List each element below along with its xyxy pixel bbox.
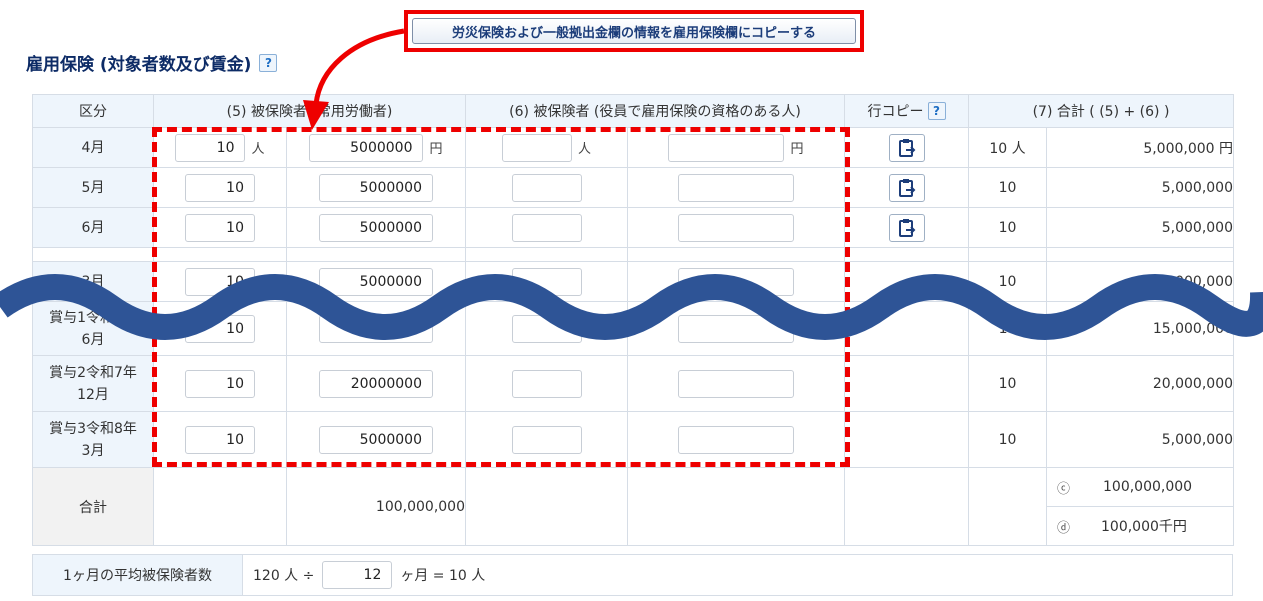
total-wage: 5,000,000 [1045, 411, 1235, 468]
officer-count-input[interactable] [511, 267, 582, 296]
total-d-value: 100,000千円 [1101, 519, 1187, 535]
header-row: 区分 (5) 被保険者 (常用労働者) (6) 被保険者 (役員で雇用保険の資格… [32, 94, 1235, 128]
total-wage: 20,000,000 [1045, 355, 1235, 412]
total-c-line: ⓒ 100,000,000 [1047, 468, 1234, 507]
header-col5: (5) 被保険者 (常用労働者) [153, 94, 466, 128]
officer-count-input[interactable] [511, 314, 582, 343]
total-count: 10 [968, 301, 1047, 356]
summary-row: 合計 100,000,000 ⓒ 100,000,000 ⓓ 100,000千円 [32, 467, 1235, 546]
officer-wage-input[interactable] [678, 314, 794, 343]
average-total: 120 人 ÷ [253, 568, 315, 584]
officer-wage-input[interactable] [678, 213, 794, 242]
header-rowcopy-label: 行コピー [867, 104, 924, 120]
table-row: 賞与2令和7年 12月 10 20000000 10 20,000,000 [32, 355, 1235, 412]
row-label: 6月 [32, 207, 154, 248]
count-input[interactable]: 10 [185, 213, 255, 242]
total-count: 10 [968, 167, 1047, 208]
clipboard-copy-icon [898, 138, 915, 157]
count-input[interactable]: 10 [175, 133, 246, 162]
row-label: 5月 [32, 167, 154, 208]
row-label: 賞与1令和7年 6月 [32, 301, 154, 356]
table-row: 4月 10 人 5000000 円 人 円 10 人 5,000,000 円 [32, 127, 1235, 168]
unit-yen: 円 [429, 142, 443, 157]
total-count: 10 人 [968, 127, 1047, 168]
copy-all-button[interactable]: 労災保険および一般拠出金欄の情報を雇用保険欄にコピーする [412, 18, 856, 44]
officer-wage-input[interactable] [678, 425, 794, 454]
unit-yen: 円 [790, 142, 804, 157]
row-label: 賞与2令和7年 12月 [32, 355, 154, 412]
total-count: 10 [968, 411, 1047, 468]
help-icon[interactable]: ? [927, 102, 946, 120]
header-col6: (6) 被保険者 (役員で雇用保険の資格のある人) [465, 94, 845, 128]
row-label: 4月 [32, 127, 154, 168]
section-title-text: 雇用保険 (対象者数及び賃金) [26, 55, 252, 75]
table-row: 6月 10 5000000 10 5,000,000 [32, 207, 1235, 248]
unit-person: 人 [251, 142, 265, 157]
officer-wage-input[interactable] [678, 369, 794, 398]
wage-input[interactable]: 5000000 [319, 267, 433, 296]
officer-wage-input[interactable] [678, 173, 794, 202]
omitted-rows-gap [32, 247, 1235, 262]
officer-count-input[interactable] [511, 369, 582, 398]
total-wage: 5,000,000 [1045, 261, 1235, 302]
circle-d-mark: ⓓ [1057, 520, 1071, 536]
table-row: 賞与3令和8年 3月 10 5000000 10 5,000,000 [32, 411, 1235, 468]
wage-input[interactable]: 5000000 [309, 133, 424, 162]
wage-input[interactable]: 5000000 [319, 173, 433, 202]
employment-insurance-table: 区分 (5) 被保険者 (常用労働者) (6) 被保険者 (役員で雇用保険の資格… [32, 94, 1235, 546]
row-label: 賞与3令和8年 3月 [32, 411, 154, 468]
months-input[interactable]: 12 [322, 561, 393, 589]
row-copy-button[interactable] [888, 173, 925, 202]
wage-input[interactable]: 5000000 [319, 213, 433, 242]
count-input[interactable]: 10 [185, 267, 255, 296]
summary-label: 合計 [32, 467, 154, 546]
table-row: 賞与1令和7年 6月 10 15000000 10 15,000,000 [32, 301, 1235, 356]
officer-count-input[interactable] [511, 425, 582, 454]
count-input[interactable]: 10 [185, 369, 255, 398]
clipboard-copy-icon [898, 178, 915, 197]
total-d-line: ⓓ 100,000千円 [1047, 507, 1233, 545]
officer-wage-input[interactable] [678, 267, 794, 296]
total-count: 10 [968, 261, 1047, 302]
wage-input[interactable]: 15000000 [319, 314, 433, 343]
row-copy-button[interactable] [888, 213, 925, 242]
officer-count-input[interactable] [501, 133, 572, 162]
table-row: 3月 10 5000000 10 5,000,000 [32, 261, 1235, 302]
total-wage: 5,000,000 [1045, 207, 1235, 248]
circle-c-mark: ⓒ [1057, 481, 1071, 497]
officer-count-input[interactable] [511, 173, 582, 202]
header-rowcopy: 行コピー ? [844, 94, 969, 128]
header-col7: (7) 合計 ( (5) + (6) ) [967, 94, 1235, 128]
section-title: 雇用保険 (対象者数及び賃金) ? [26, 50, 278, 75]
total-wage: 5,000,000 [1045, 167, 1235, 208]
average-row: 1ヶ月の平均被保険者数 120 人 ÷ 12 ヶ月 = 10 人 [32, 554, 1233, 596]
row-copy-button[interactable] [888, 133, 925, 162]
average-result: ヶ月 = 10 人 [400, 568, 486, 584]
summary-wage-total: 100,000,000 [286, 467, 466, 546]
average-label: 1ヶ月の平均被保険者数 [33, 555, 243, 595]
total-count: 10 [968, 207, 1047, 248]
table-row: 5月 10 5000000 10 5,000,000 [32, 167, 1235, 208]
count-input[interactable]: 10 [185, 173, 255, 202]
unit-person: 人 [577, 142, 591, 157]
wage-input[interactable]: 20000000 [319, 369, 433, 398]
wage-input[interactable]: 5000000 [319, 425, 433, 454]
clipboard-copy-icon [898, 218, 915, 237]
officer-count-input[interactable] [511, 213, 582, 242]
count-input[interactable]: 10 [185, 425, 255, 454]
help-icon[interactable]: ? [259, 53, 278, 72]
row-label: 3月 [32, 261, 154, 302]
total-c-value: 100,000,000 [1103, 479, 1193, 495]
total-count: 10 [968, 355, 1047, 412]
officer-wage-input[interactable] [668, 133, 785, 162]
header-kubun: 区分 [32, 94, 154, 128]
copy-all-highlight: 労災保険および一般拠出金欄の情報を雇用保険欄にコピーする [404, 10, 864, 52]
total-wage: 15,000,000 [1045, 301, 1235, 356]
total-wage: 5,000,000 円 [1045, 127, 1235, 168]
count-input[interactable]: 10 [185, 314, 255, 343]
